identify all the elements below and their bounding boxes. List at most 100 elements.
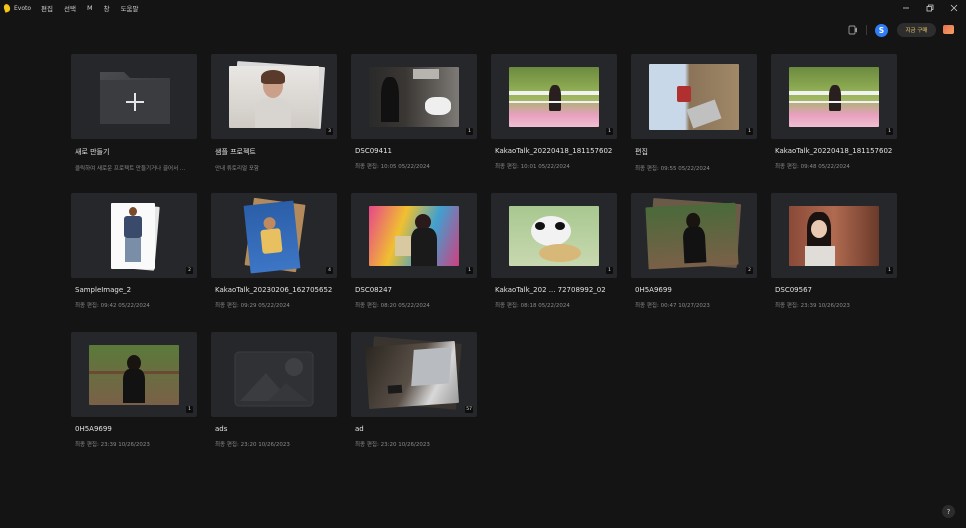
project-card[interactable]: 1 편집 최종 편집: 09:55 05/22/2024 <box>631 54 757 172</box>
project-card[interactable]: 1 KakaoTalk_20220418_181157602 최종 편집: 09… <box>771 54 897 170</box>
project-subtitle: 최종 편집: 10:05 05/22/2024 <box>355 164 430 170</box>
image-count-badge: 2 <box>186 267 193 274</box>
window-controls <box>894 0 966 16</box>
project-title: DSC09567 <box>775 286 812 294</box>
video-tutorial-icon[interactable] <box>848 25 858 35</box>
project-card[interactable]: 2 SampleImage_2 최종 편집: 09:42 05/22/2024 <box>71 193 197 309</box>
project-thumbnail[interactable]: 1 <box>771 193 897 278</box>
project-subtitle: 최종 편집: 09:55 05/22/2024 <box>635 166 710 172</box>
image-count-badge: 57 <box>465 406 473 413</box>
photo <box>649 64 739 130</box>
image-count-badge: 1 <box>466 267 473 274</box>
project-thumbnail[interactable]: 1 <box>351 193 477 278</box>
project-thumbnail[interactable]: 1 <box>771 54 897 139</box>
photo <box>509 67 599 127</box>
new-project-card[interactable]: 새로 만들기 클릭하여 새로운 프로젝트 만들기거나 끌어서 ... <box>71 54 197 172</box>
project-title: KakaoTalk_20220418_181157602 <box>775 147 893 155</box>
project-thumbnail[interactable]: 1 <box>491 193 617 278</box>
project-card[interactable]: ads 최종 편집: 23:20 10/26/2023 <box>211 332 337 448</box>
image-count-badge: 3 <box>326 128 333 135</box>
photo <box>369 206 459 266</box>
photo <box>789 206 879 266</box>
project-card[interactable]: 57 ad 최종 편집: 23:20 10/26/2023 <box>351 332 477 448</box>
menu-window[interactable]: 창 <box>104 3 110 13</box>
photo <box>243 200 301 274</box>
menu-help[interactable]: 도움말 <box>121 3 139 13</box>
photo <box>364 340 460 410</box>
project-thumbnail[interactable]: 2 <box>631 193 757 278</box>
photo <box>509 206 599 266</box>
photo <box>369 67 459 127</box>
project-subtitle: 최종 편집: 08:18 05/22/2024 <box>495 303 570 309</box>
project-title: KakaoTalk_202 ... 72708992_02 <box>495 286 606 294</box>
image-count-badge: 4 <box>326 267 333 274</box>
project-thumbnail[interactable]: 57 <box>351 332 477 417</box>
app-name: Evoto <box>14 4 32 12</box>
help-button[interactable]: ? <box>942 505 955 518</box>
project-subtitle: 최종 편집: 10:01 05/22/2024 <box>495 164 570 170</box>
project-card[interactable]: 1 DSC09411 최종 편집: 10:05 05/22/2024 <box>351 54 477 170</box>
project-subtitle: 안내 튜토리얼 포함 <box>215 166 259 172</box>
menu-edit[interactable]: 편집 <box>41 3 53 13</box>
new-project-thumbnail[interactable] <box>71 54 197 139</box>
menu-select[interactable]: 선택 <box>64 3 76 13</box>
project-title: 편집 <box>635 148 648 156</box>
project-thumbnail[interactable] <box>211 332 337 417</box>
project-title: 샘플 프로젝트 <box>215 148 256 156</box>
project-card[interactable]: 4 KakaoTalk_20230206_162705652 최종 편집: 09… <box>211 193 337 309</box>
photo <box>789 67 879 127</box>
gift-icon[interactable] <box>943 25 954 34</box>
project-card[interactable]: 1 DSC08247 최종 편집: 08:20 05/22/2024 <box>351 193 477 309</box>
evoto-logo-icon <box>2 3 12 13</box>
image-count-badge: 1 <box>466 128 473 135</box>
project-title: ads <box>215 425 228 433</box>
project-subtitle: 최종 편집: 09:48 05/22/2024 <box>775 164 850 170</box>
project-thumbnail[interactable]: 1 <box>351 54 477 139</box>
image-count-badge: 1 <box>606 128 613 135</box>
project-card[interactable]: 1 DSC09567 최종 편집: 23:39 10/26/2023 <box>771 193 897 309</box>
buy-now-button[interactable]: 지금 구매 <box>897 23 936 37</box>
project-subtitle: 최종 편집: 00:47 10/27/2023 <box>635 303 710 309</box>
menu-m[interactable]: M <box>87 4 93 12</box>
project-subtitle: 클릭하여 새로운 프로젝트 만들기거나 끌어서 ... <box>75 166 186 172</box>
project-card[interactable]: 1 0H5A9699 최종 편집: 23:39 10/26/2023 <box>71 332 197 448</box>
project-card[interactable]: 1 KakaoTalk_20220418_181157602 최종 편집: 10… <box>491 54 617 170</box>
image-count-badge: 1 <box>886 128 893 135</box>
project-thumbnail[interactable]: 1 <box>631 54 757 139</box>
project-thumbnail[interactable]: 3 <box>211 54 337 139</box>
restore-button[interactable] <box>918 0 942 16</box>
project-title: DSC08247 <box>355 286 392 294</box>
image-count-badge: 1 <box>746 128 753 135</box>
restore-icon <box>926 4 934 12</box>
project-title: 0H5A9699 <box>635 286 672 294</box>
project-card[interactable]: 3 샘플 프로젝트 안내 튜토리얼 포함 <box>211 54 337 172</box>
project-title: 0H5A9699 <box>75 425 112 433</box>
photo <box>89 345 179 405</box>
project-title: KakaoTalk_20220418_181157602 <box>495 147 613 155</box>
image-placeholder-icon <box>234 351 314 407</box>
toolbar-divider <box>866 25 867 35</box>
project-title: DSC09411 <box>355 147 392 155</box>
project-thumbnail[interactable]: 1 <box>71 332 197 417</box>
portrait-photo <box>229 66 319 128</box>
close-button[interactable] <box>942 0 966 16</box>
photo <box>645 202 739 270</box>
image-count-badge: 2 <box>746 267 753 274</box>
project-thumbnail[interactable]: 4 <box>211 193 337 278</box>
project-thumbnail[interactable]: 1 <box>491 54 617 139</box>
project-card[interactable]: 1 KakaoTalk_202 ... 72708992_02 최종 편집: 0… <box>491 193 617 309</box>
project-subtitle: 최종 편집: 08:20 05/22/2024 <box>355 303 430 309</box>
image-count-badge: 1 <box>186 406 193 413</box>
minimize-button[interactable] <box>894 0 918 16</box>
project-card[interactable]: 2 0H5A9699 최종 편집: 00:47 10/27/2023 <box>631 193 757 309</box>
project-subtitle: 최종 편집: 09:42 05/22/2024 <box>75 303 150 309</box>
close-icon <box>950 4 958 12</box>
user-avatar[interactable]: S <box>875 24 888 37</box>
title-bar: Evoto 편집 선택 M 창 도움말 <box>0 0 966 16</box>
project-subtitle: 최종 편집: 23:20 10/26/2023 <box>215 442 290 448</box>
image-count-badge: 1 <box>886 267 893 274</box>
image-count-badge: 1 <box>606 267 613 274</box>
photo <box>111 203 155 269</box>
project-title: SampleImage_2 <box>75 286 132 294</box>
project-thumbnail[interactable]: 2 <box>71 193 197 278</box>
